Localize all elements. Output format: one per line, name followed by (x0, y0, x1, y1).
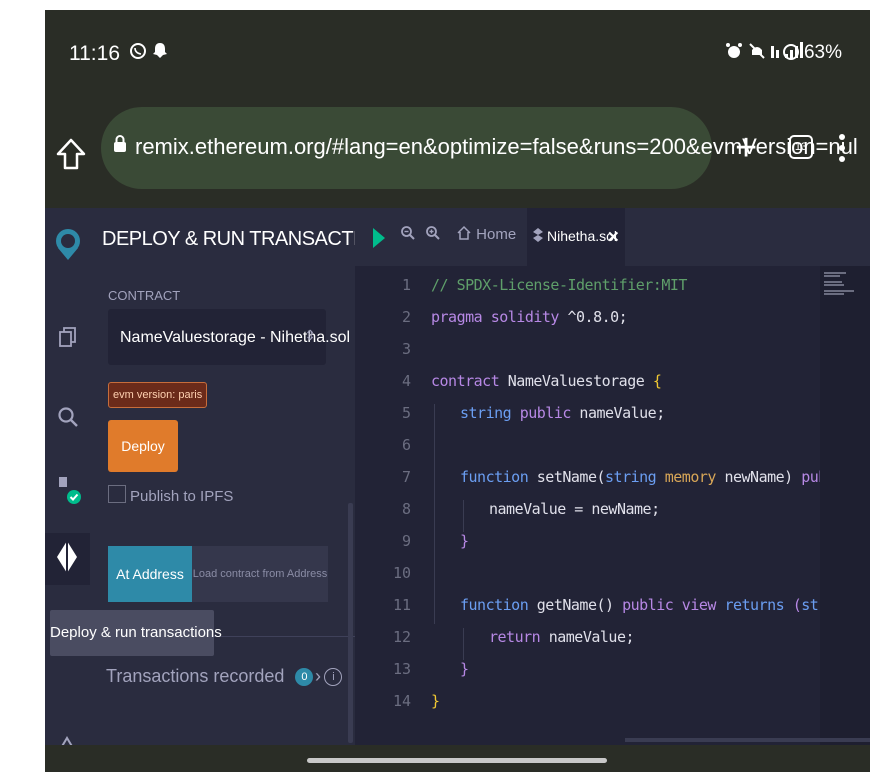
status-bar: 11:16 63% (45, 10, 870, 95)
code-editor: Home Nihetha.sol ✕ 1 2 3 4 5 6 7 8 9 10 11 12 13 14 /… (355, 208, 870, 745)
home-gesture-handle[interactable] (307, 758, 607, 763)
minimap-line (824, 281, 842, 283)
battery-indicator: 63% (782, 42, 842, 64)
tab-home-label: Home (476, 226, 517, 243)
code-line-2: pragma solidity ^0.8.0; (431, 308, 628, 326)
minimap-line (824, 272, 846, 274)
publish-ipfs-checkbox[interactable] (108, 485, 126, 503)
gesture-nav-bar (45, 745, 870, 772)
solidity-file-icon (533, 228, 543, 245)
new-tab-icon[interactable]: + (735, 127, 757, 170)
status-time: 11:16 (69, 42, 120, 65)
line-number: 2 (401, 308, 411, 326)
line-number: 5 (401, 404, 411, 422)
deploy-run-icon[interactable] (45, 533, 90, 585)
run-script-icon[interactable] (373, 228, 385, 248)
panel-scrollbar[interactable] (348, 503, 353, 743)
lock-icon (113, 135, 127, 153)
code-line-12: return nameValue; (489, 628, 635, 646)
line-number: 11 (392, 596, 411, 614)
info-icon[interactable]: i (324, 668, 343, 687)
publish-ipfs-label: Publish to IPFS (130, 488, 234, 505)
mute-icon (748, 42, 766, 65)
remix-ide: DEPLOY & RUN TRANSACTIONS ✓ › CONTRACT N… (45, 208, 870, 749)
code-line-13: } (460, 660, 469, 678)
browser-toolbar: remix.ethereum.org/#lang=en&optimize=fal… (45, 105, 870, 205)
transactions-chevron-icon[interactable]: › (315, 666, 321, 687)
transactions-label: Transactions recorded (106, 666, 285, 686)
deploy-button[interactable]: Deploy (108, 420, 178, 472)
evm-version-badge: evm version: paris (108, 382, 208, 408)
whatsapp-icon (129, 42, 147, 65)
select-arrows-icon: ⇕ (304, 327, 316, 343)
at-address-button[interactable]: At Address (108, 546, 192, 602)
indent-guide (463, 628, 464, 660)
line-number: 7 (401, 468, 411, 486)
line-number: 1 (401, 276, 411, 294)
line-number: 4 (401, 372, 411, 390)
minimap-line (824, 293, 844, 295)
line-number: 13 (392, 660, 411, 678)
line-number: 14 (392, 692, 411, 710)
close-tab-icon[interactable]: ✕ (607, 228, 620, 246)
code-line-11: function getName() public view returns (… (460, 596, 870, 614)
icon-panel (45, 208, 90, 749)
code-line-7: function setName(string memory newName) … (460, 468, 870, 486)
transactions-count-badge: 0 (295, 668, 314, 687)
minimap[interactable] (820, 266, 870, 745)
line-number: 6 (401, 436, 411, 454)
home-tab-icon (457, 225, 471, 240)
solidity-compiler-icon[interactable] (53, 473, 83, 504)
code-line-8: nameValue = newName; (489, 500, 660, 518)
search-icon[interactable] (53, 406, 83, 436)
battery-icon (782, 44, 799, 60)
deploy-run-panel: DEPLOY & RUN TRANSACTIONS ✓ › CONTRACT N… (90, 208, 441, 745)
code-line-14: } (431, 692, 440, 710)
contract-label: CONTRACT (108, 288, 181, 303)
indent-guide (434, 404, 435, 624)
file-explorer-icon[interactable] (53, 326, 83, 356)
code-line-4: contract NameValuestorage { (431, 372, 662, 390)
phone-screen: 11:16 63% remix.ethereum.org/#lang=en&op… (45, 10, 870, 772)
line-number: 3 (401, 340, 411, 358)
remix-logo-icon[interactable] (53, 226, 83, 260)
line-number: 12 (392, 628, 411, 646)
line-number: 9 (401, 532, 411, 550)
tooltip: Deploy & run transactions (50, 610, 222, 656)
tab-switcher-button[interactable]: 13 (789, 135, 813, 159)
minimap-line (824, 275, 840, 277)
minimap-line (824, 290, 854, 292)
more-menu-icon[interactable] (838, 133, 846, 163)
indent-guide (463, 500, 464, 532)
zoom-in-icon[interactable] (425, 225, 441, 246)
contract-select[interactable]: NameValuestorage - Nihetha.sol ⇕ (108, 309, 350, 365)
zoom-out-icon[interactable] (400, 225, 416, 246)
transactions-recorded[interactable]: Transactions recorded 0 i (106, 666, 343, 687)
snapchat-icon (153, 42, 167, 65)
alarm-icon (725, 42, 743, 65)
line-number: 10 (392, 564, 411, 582)
battery-percent: 63% (803, 42, 842, 63)
line-number: 8 (401, 500, 411, 518)
address-bar[interactable]: remix.ethereum.org/#lang=en&optimize=fal… (101, 107, 858, 189)
code-line-5: string public nameValue; (460, 404, 665, 422)
tab-home[interactable]: Home (456, 225, 516, 243)
load-address-input[interactable]: Load contract from Address (192, 546, 328, 602)
minimap-line (824, 284, 844, 286)
tab-nihetha-sol[interactable]: Nihetha.sol ✕ (527, 208, 625, 266)
code-line-1: // SPDX-License-Identifier:MIT (431, 276, 687, 294)
horizontal-scrollbar[interactable] (625, 738, 870, 742)
home-icon[interactable] (55, 137, 95, 177)
editor-tab-bar: Home Nihetha.sol ✕ (355, 208, 870, 266)
code-line-9: } (460, 532, 469, 550)
code-area[interactable]: 1 2 3 4 5 6 7 8 9 10 11 12 13 14 // SPDX-License-Iden… (355, 266, 870, 745)
